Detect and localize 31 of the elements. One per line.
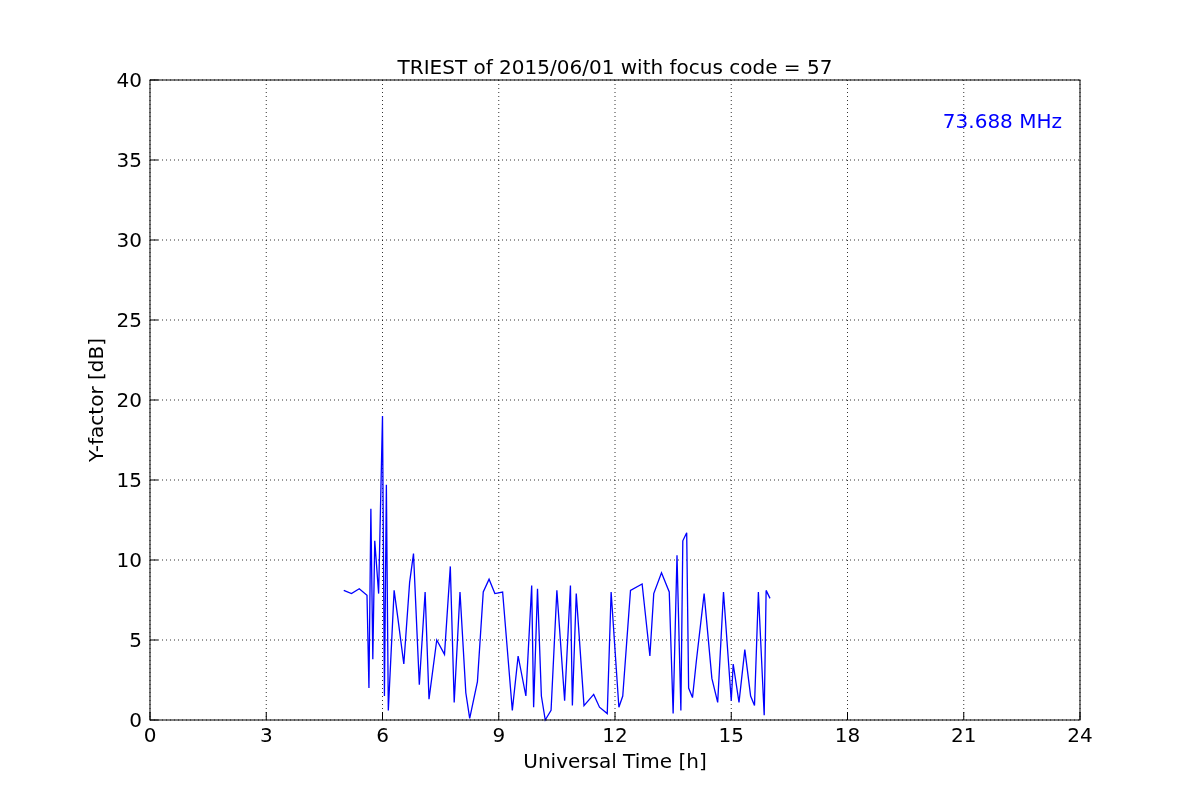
y-tick-label: 25 <box>116 308 142 332</box>
x-tick-label: 15 <box>718 723 744 747</box>
chart-title: TRIEST of 2015/06/01 with focus code = 57 <box>397 55 833 79</box>
tick-mark <box>265 711 267 721</box>
tick-mark <box>1079 711 1081 721</box>
x-tick-label: 24 <box>1067 723 1093 747</box>
x-tick-label: 12 <box>602 723 628 747</box>
series-label: 73.688 MHz <box>942 109 1062 133</box>
x-tick-label: 9 <box>492 723 506 747</box>
y-tick-label: 20 <box>116 388 142 412</box>
x-tick-label: 18 <box>834 723 861 747</box>
y-tick-label: 30 <box>116 228 142 252</box>
y-tick-label: 5 <box>129 628 142 652</box>
tick-mark <box>614 711 616 721</box>
y-axis-label: Y-factor [dB] <box>84 338 108 462</box>
y-tick-label: 35 <box>116 148 142 172</box>
x-axis-label: Universal Time [h] <box>523 749 707 773</box>
y-tick-label: 40 <box>116 68 142 92</box>
x-tick-label: 0 <box>143 723 157 747</box>
x-tick-label: 3 <box>259 723 273 747</box>
y-tick-label: 0 <box>129 708 142 732</box>
tick-mark <box>963 711 965 721</box>
y-tick-label: 15 <box>116 468 142 492</box>
y-tick-label: 10 <box>116 548 142 572</box>
tick-mark <box>847 711 848 721</box>
tick-mark <box>498 711 500 721</box>
tick-mark <box>382 711 383 721</box>
tick-mark <box>730 711 732 721</box>
tick-mark <box>149 79 159 81</box>
x-tick-label: 6 <box>376 723 389 747</box>
x-tick-label: 21 <box>951 723 977 747</box>
